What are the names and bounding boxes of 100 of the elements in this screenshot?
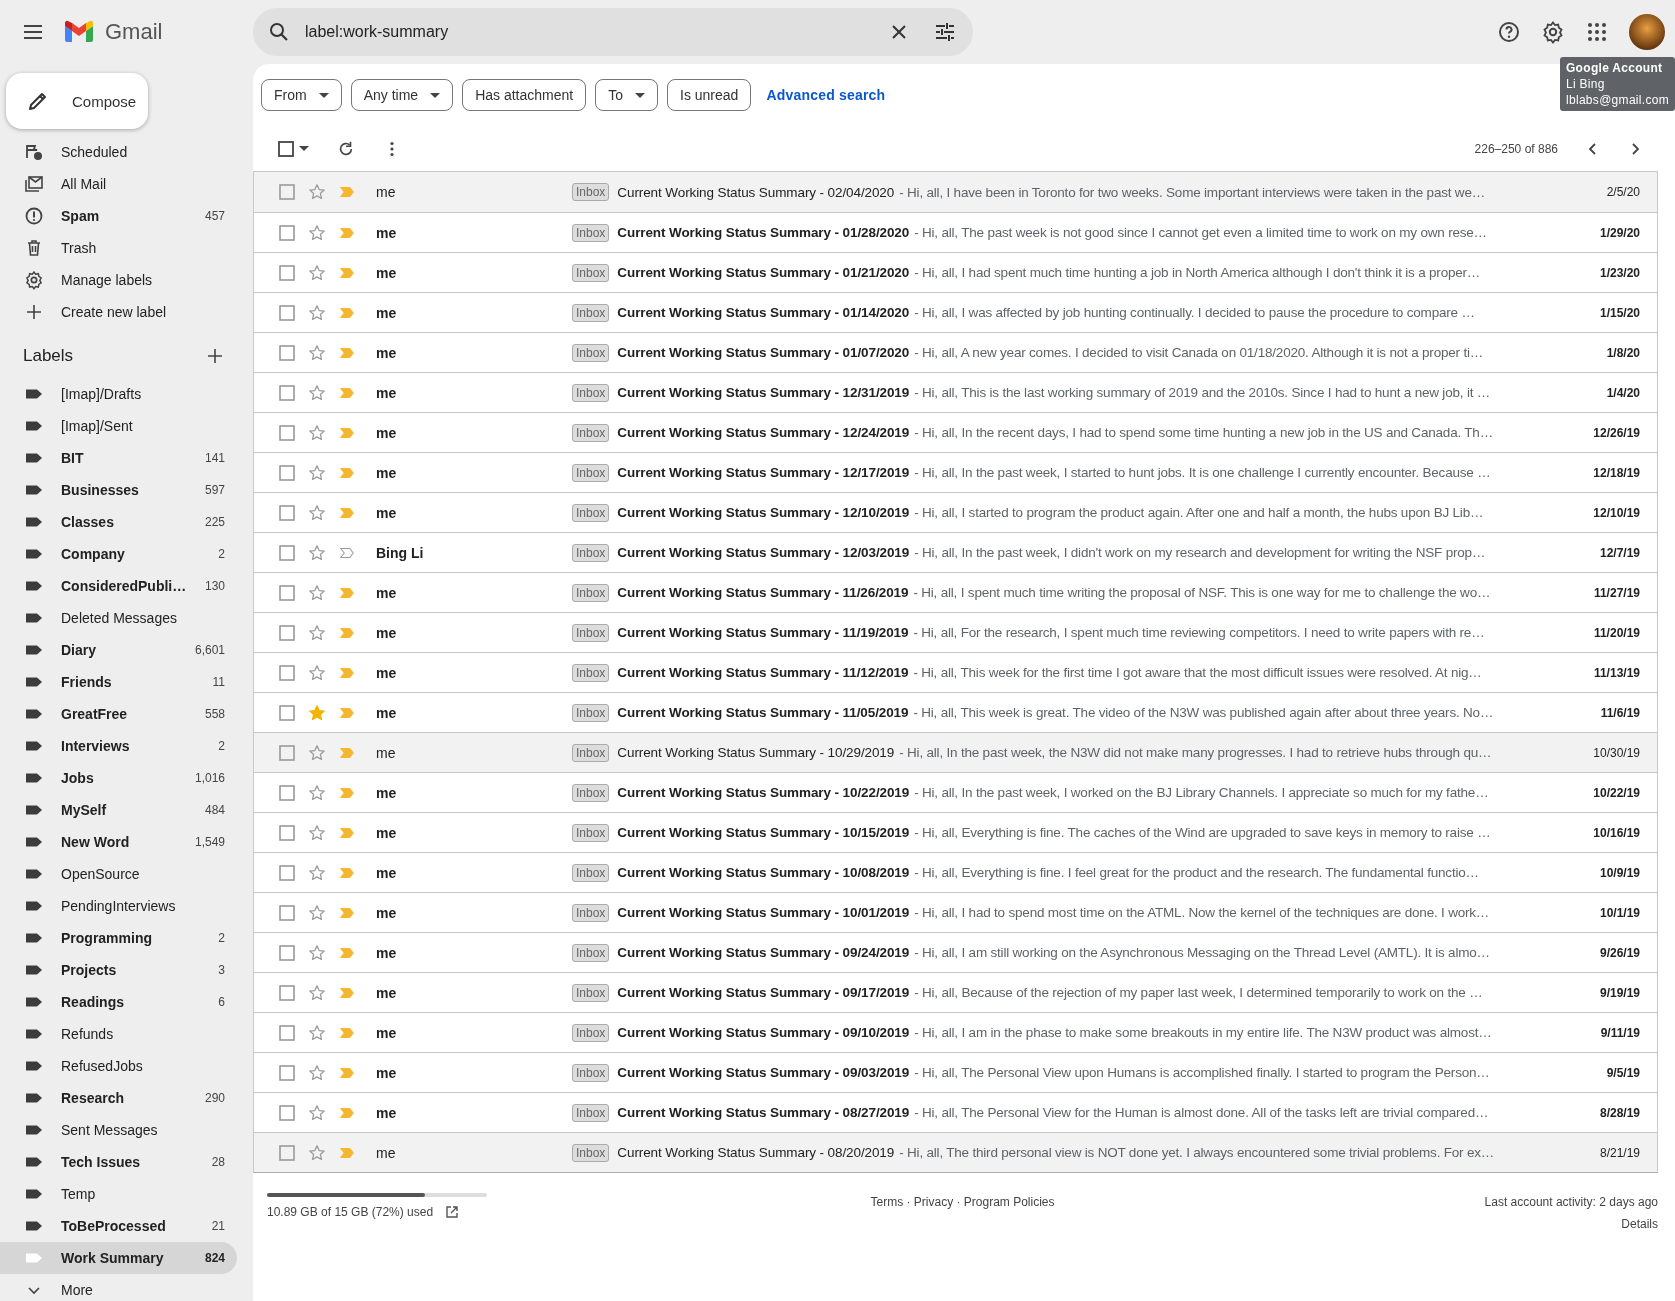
label-item[interactable]: Readings 6 xyxy=(0,986,237,1018)
row-checkbox[interactable] xyxy=(278,903,296,922)
account-avatar[interactable] xyxy=(1629,14,1665,50)
star-icon[interactable] xyxy=(308,943,326,962)
star-icon[interactable] xyxy=(308,183,326,201)
row-checkbox[interactable] xyxy=(278,343,296,362)
star-icon[interactable] xyxy=(308,903,326,922)
star-icon[interactable] xyxy=(308,383,326,402)
refresh-icon[interactable] xyxy=(337,139,355,158)
row-checkbox[interactable] xyxy=(278,783,296,802)
star-icon[interactable] xyxy=(308,503,326,522)
star-icon[interactable] xyxy=(308,823,326,842)
label-item[interactable]: Temp xyxy=(0,1178,237,1210)
label-item[interactable]: Tech Issues 28 xyxy=(0,1146,237,1178)
star-icon[interactable] xyxy=(308,223,326,242)
row-checkbox[interactable] xyxy=(278,623,296,642)
email-row[interactable]: me Inbox Current Working Status Summary - 08/20/2019 - Hi, all, The third personal view is NOT done yet. I always encountered some trivial problems. For ex… 8/21/19 xyxy=(254,1132,1657,1172)
label-item[interactable]: BIT 141 xyxy=(0,442,237,474)
label-item[interactable]: [Imap]/Drafts xyxy=(0,378,237,410)
sidebar-item[interactable]: Scheduled xyxy=(0,136,237,168)
star-icon[interactable] xyxy=(308,743,326,762)
search-bar[interactable]: label:work-summary xyxy=(253,8,973,56)
star-icon[interactable] xyxy=(308,1103,326,1122)
compose-button[interactable]: Compose xyxy=(6,73,148,129)
label-item[interactable]: Work Summary 824 xyxy=(0,1242,237,1274)
filter-chip[interactable]: Any time xyxy=(350,79,454,111)
star-icon[interactable] xyxy=(308,583,326,602)
star-icon[interactable] xyxy=(308,543,326,562)
email-row[interactable]: me Inbox Current Working Status Summary - 10/29/2019 - Hi, all, In the past week, the N3W did not make many progresses. I had to retrieve hubs through qu… 10/30/19 xyxy=(254,732,1657,772)
label-item[interactable]: MySelf 484 xyxy=(0,794,237,826)
row-checkbox[interactable] xyxy=(278,223,296,242)
label-item[interactable]: Refunds xyxy=(0,1018,237,1050)
label-item[interactable]: Interviews 2 xyxy=(0,730,237,762)
select-all-checkbox[interactable] xyxy=(277,139,295,158)
row-checkbox[interactable] xyxy=(278,703,296,722)
advanced-search-link[interactable]: Advanced search xyxy=(766,87,886,103)
label-item[interactable]: Businesses 597 xyxy=(0,474,237,506)
footer-links[interactable]: Terms · Privacy · Program Policies xyxy=(870,1193,1055,1209)
row-checkbox[interactable] xyxy=(278,743,296,762)
row-checkbox[interactable] xyxy=(278,463,296,482)
row-checkbox[interactable] xyxy=(278,1023,296,1042)
label-item[interactable]: Sent Messages xyxy=(0,1114,237,1146)
row-checkbox[interactable] xyxy=(278,183,296,201)
sidebar-item[interactable]: Manage labels xyxy=(0,264,237,296)
star-icon[interactable] xyxy=(308,1063,326,1082)
row-checkbox[interactable] xyxy=(278,543,296,562)
row-checkbox[interactable] xyxy=(278,943,296,962)
email-row[interactable]: me Inbox Current Working Status Summary - 02/04/2020 - Hi, all, I have been in Toronto for two weeks. Some important interviews were taken in the past we… 2/5/20 xyxy=(254,172,1657,212)
sidebar-item[interactable]: Spam 457 xyxy=(0,200,237,232)
sidebar-item[interactable]: Trash xyxy=(0,232,237,264)
star-icon[interactable] xyxy=(308,863,326,882)
label-item[interactable]: OpenSource xyxy=(0,858,237,890)
label-item[interactable]: GreatFree 558 xyxy=(0,698,237,730)
row-checkbox[interactable] xyxy=(278,1143,296,1162)
filter-chip[interactable]: Has attachment xyxy=(462,79,587,111)
help-icon[interactable] xyxy=(1497,20,1521,44)
search-field[interactable]: label:work-summary xyxy=(305,23,873,41)
filter-chip[interactable]: Is unread xyxy=(667,79,752,111)
label-item[interactable]: Research 290 xyxy=(0,1082,237,1114)
star-icon[interactable] xyxy=(308,463,326,482)
label-item[interactable]: Diary 6,601 xyxy=(0,634,237,666)
star-icon[interactable] xyxy=(308,783,326,802)
label-item[interactable]: Programming 2 xyxy=(0,922,237,954)
row-checkbox[interactable] xyxy=(278,583,296,602)
row-checkbox[interactable] xyxy=(278,863,296,882)
row-checkbox[interactable] xyxy=(278,663,296,682)
row-checkbox[interactable] xyxy=(278,983,296,1002)
label-item[interactable]: PendingInterviews xyxy=(0,890,237,922)
row-checkbox[interactable] xyxy=(278,823,296,842)
row-checkbox[interactable] xyxy=(278,303,296,322)
star-icon[interactable] xyxy=(308,703,326,722)
label-item[interactable]: [Imap]/Sent xyxy=(0,410,237,442)
more-item[interactable]: More xyxy=(0,1274,237,1301)
row-checkbox[interactable] xyxy=(278,383,296,402)
label-item[interactable]: ToBeProcessed 21 xyxy=(0,1210,237,1242)
star-icon[interactable] xyxy=(308,303,326,322)
external-link-icon[interactable] xyxy=(445,1205,460,1219)
label-item[interactable]: New Word 1,549 xyxy=(0,826,237,858)
label-item[interactable]: RefusedJobs xyxy=(0,1050,237,1082)
label-item[interactable]: Friends 11 xyxy=(0,666,237,698)
label-item[interactable]: Projects 3 xyxy=(0,954,237,986)
filter-chip[interactable]: From xyxy=(261,79,342,111)
filter-chip[interactable]: To xyxy=(595,79,658,111)
star-icon[interactable] xyxy=(308,423,326,442)
star-icon[interactable] xyxy=(308,983,326,1002)
label-item[interactable]: Classes 225 xyxy=(0,506,237,538)
label-item[interactable]: Deleted Messages xyxy=(0,602,237,634)
star-icon[interactable] xyxy=(308,1143,326,1162)
details-link[interactable]: Details xyxy=(1621,1217,1658,1231)
star-icon[interactable] xyxy=(308,623,326,642)
row-checkbox[interactable] xyxy=(278,503,296,522)
row-checkbox[interactable] xyxy=(278,1063,296,1082)
star-icon[interactable] xyxy=(308,263,326,282)
row-checkbox[interactable] xyxy=(278,1103,296,1122)
label-item[interactable]: Company 2 xyxy=(0,538,237,570)
star-icon[interactable] xyxy=(308,663,326,682)
label-item[interactable]: ConsideredPubli… 130 xyxy=(0,570,237,602)
settings-icon[interactable] xyxy=(1541,20,1565,44)
row-checkbox[interactable] xyxy=(278,263,296,282)
apps-grid-icon[interactable] xyxy=(1585,20,1609,44)
